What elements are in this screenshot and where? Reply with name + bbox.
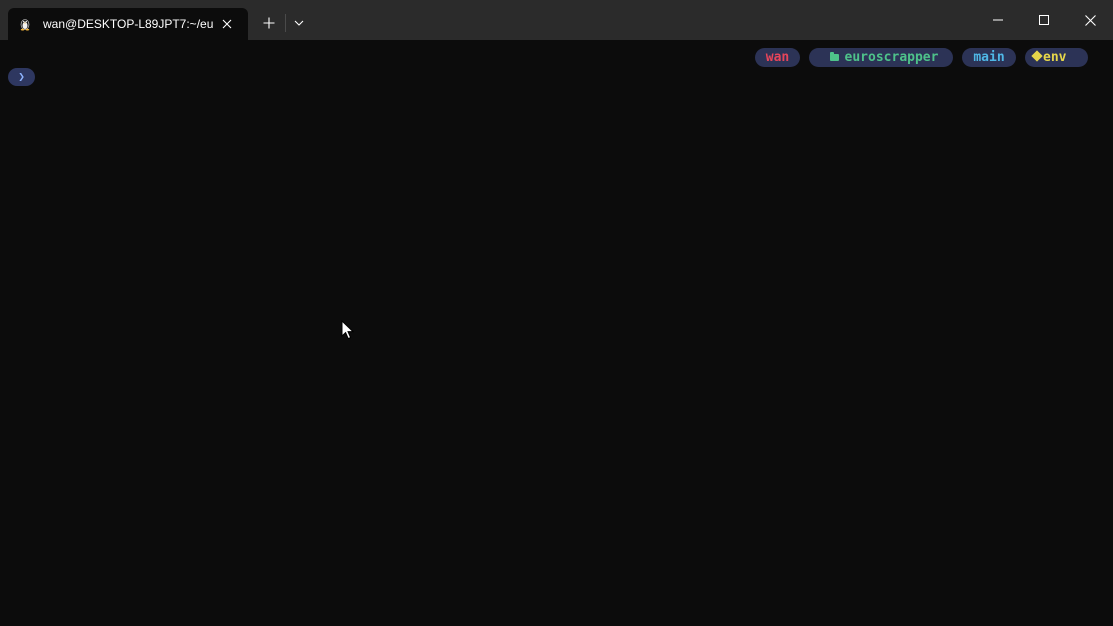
prompt-symbol: ❯ (18, 70, 25, 83)
prompt-chevron: ❯ (8, 68, 35, 86)
mouse-pointer-icon (341, 320, 355, 340)
new-tab-button[interactable] (256, 10, 282, 36)
maximize-button[interactable] (1021, 0, 1067, 40)
linux-penguin-icon (20, 19, 30, 31)
title-bar: wan@DESKTOP-L89JPT7:~/eu (0, 0, 1113, 40)
close-icon (1084, 14, 1096, 26)
close-window-button[interactable] (1067, 0, 1113, 40)
terminal-window: wan@DESKTOP-L89JPT7:~/eu wan euroscrappe… (0, 0, 1113, 626)
tab-dropdown-button[interactable] (288, 10, 310, 36)
prompt-branch-text: main (973, 50, 1005, 65)
plus-icon (263, 17, 275, 29)
chevron-down-icon (294, 20, 304, 26)
prompt-env-segment: env (1025, 48, 1088, 67)
minimize-icon (993, 19, 1003, 21)
terminal-tab[interactable]: wan@DESKTOP-L89JPT7:~/eu (8, 8, 248, 40)
close-icon (222, 19, 232, 29)
minimize-button[interactable] (975, 0, 1021, 40)
prompt-user-text: wan (765, 50, 790, 65)
prompt-env-text: env (1043, 50, 1067, 65)
tab-title: wan@DESKTOP-L89JPT7:~/eu (43, 17, 214, 31)
prompt-directory-segment: euroscrapper (809, 48, 953, 67)
python-env-icon (1031, 50, 1043, 62)
prompt-branch-segment: main (962, 48, 1016, 67)
prompt-directory-text: euroscrapper (844, 50, 939, 65)
maximize-icon (1039, 15, 1049, 25)
titlebar-divider (285, 14, 286, 32)
terminal-output[interactable]: wan euroscrapper main env ❯ (0, 40, 1113, 626)
folder-icon (829, 52, 839, 61)
prompt-user-segment: wan (755, 48, 800, 67)
tab-close-button[interactable] (217, 14, 237, 34)
